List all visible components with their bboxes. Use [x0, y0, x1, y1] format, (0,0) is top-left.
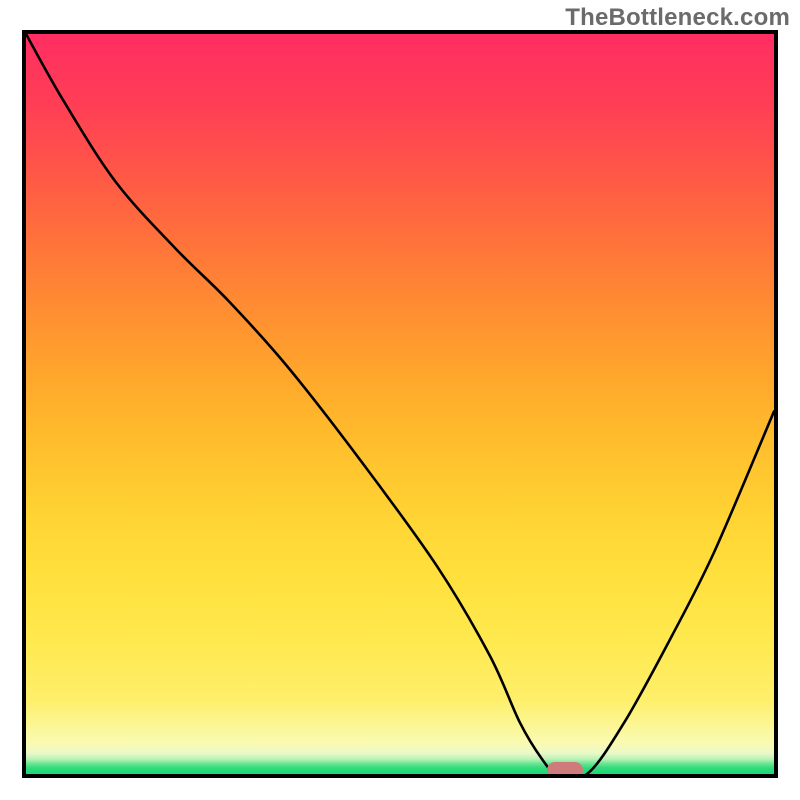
bottleneck-curve	[26, 34, 774, 774]
chart-frame: TheBottleneck.com	[0, 0, 800, 800]
plot-inner	[26, 34, 774, 774]
optimal-marker	[547, 762, 583, 778]
watermark-text: TheBottleneck.com	[565, 4, 790, 32]
plot-area	[22, 30, 778, 778]
